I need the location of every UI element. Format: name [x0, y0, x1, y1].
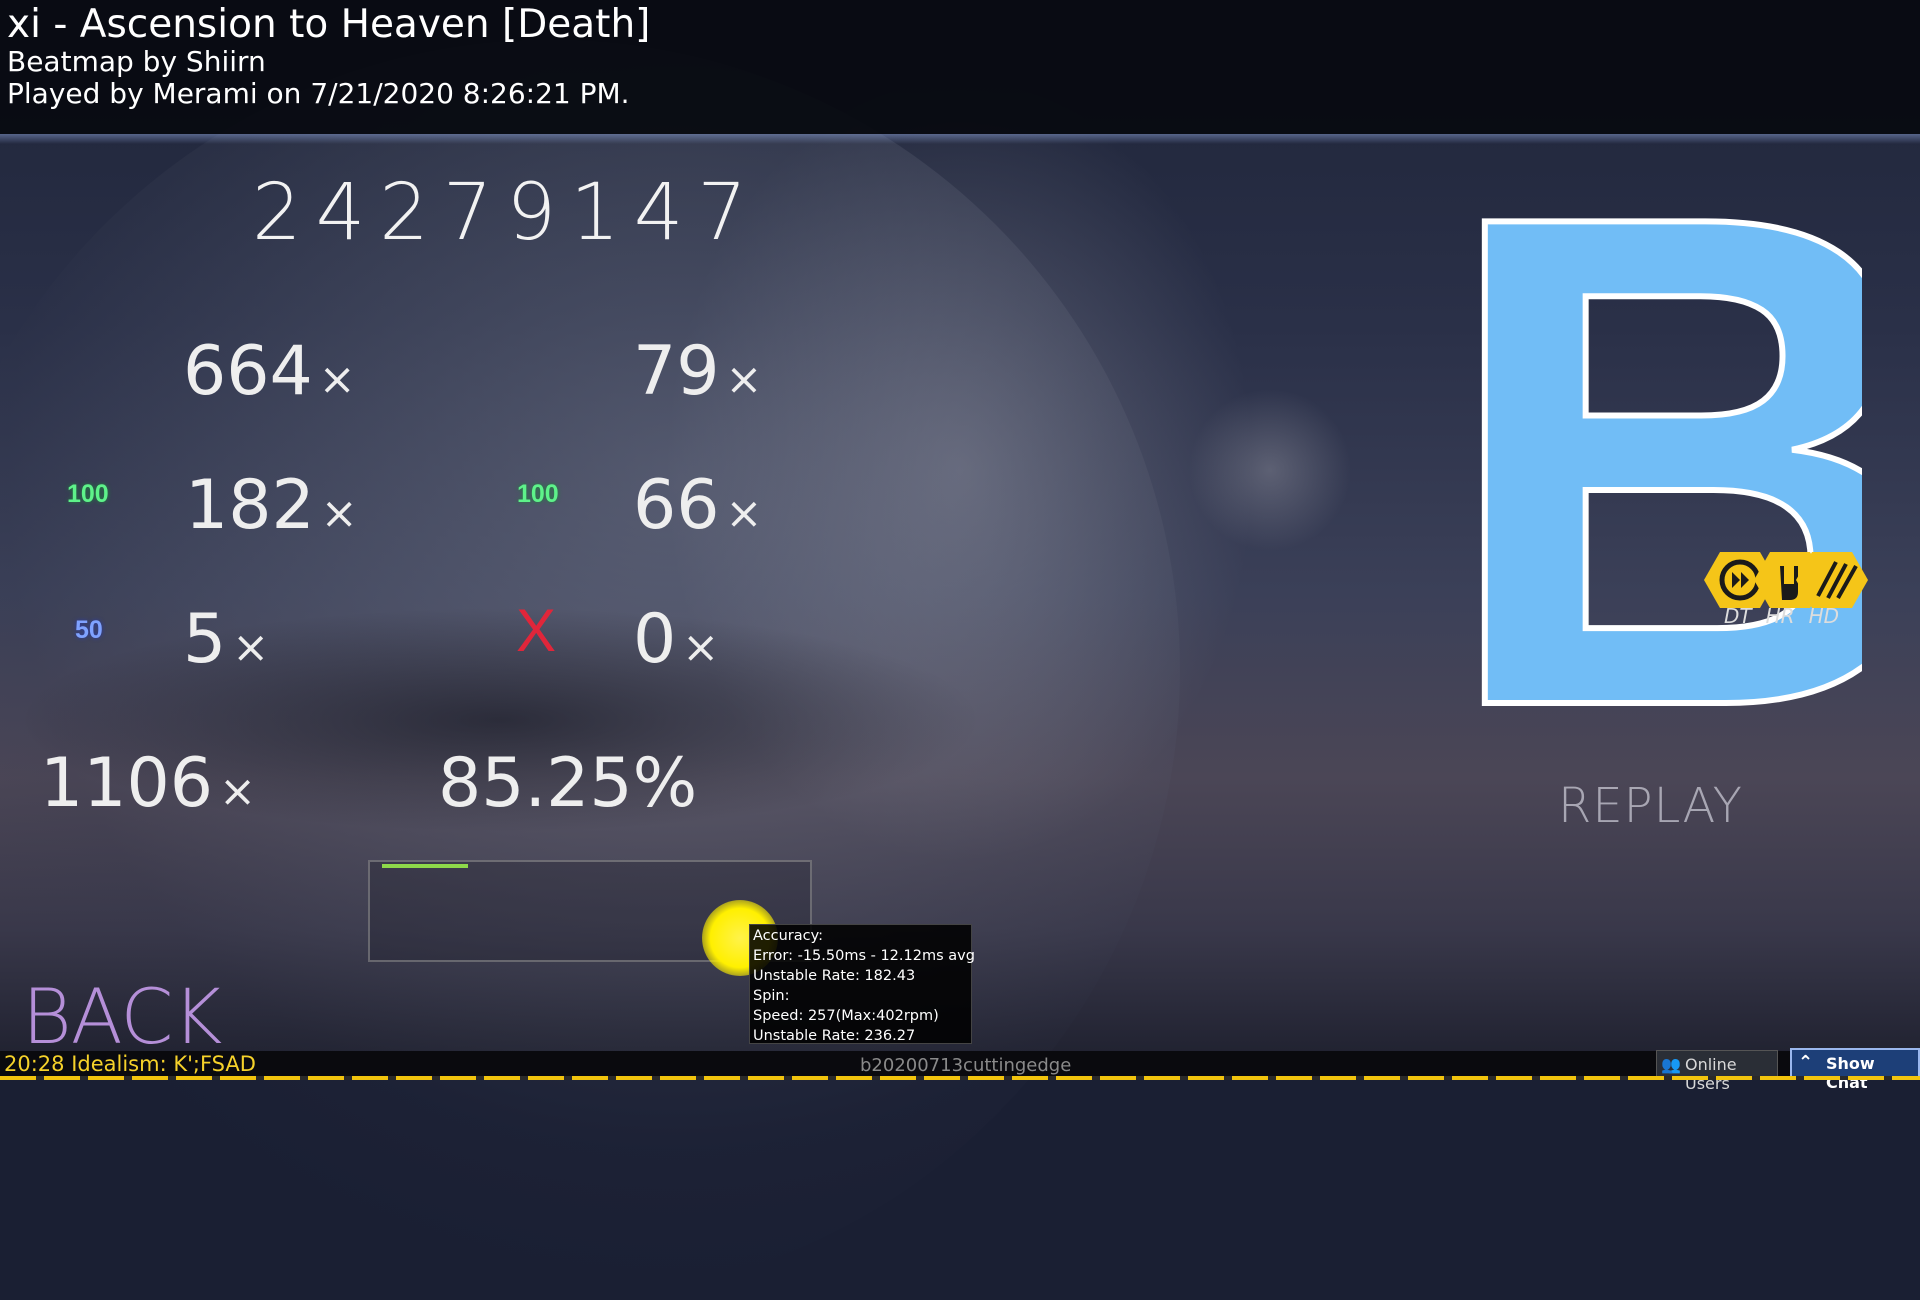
times-sign: ×: [725, 354, 763, 405]
accuracy-tooltip: Accuracy: Error: -15.50ms - 12.12ms avg …: [749, 924, 975, 1044]
hit-100-icon: 100: [67, 480, 109, 508]
bottom-stripe: [0, 1076, 1920, 1080]
tooltip-line: Speed: 257(Max:402rpm): [753, 1008, 939, 1024]
total-score: 24279147: [252, 168, 762, 258]
tooltip-line: Accuracy:: [753, 928, 824, 944]
graph-hp-line: [382, 864, 468, 868]
back-button[interactable]: BACK: [22, 972, 222, 1061]
count-300: 664 ×: [183, 332, 356, 411]
build-version: b20200713cuttingedge: [860, 1055, 1072, 1076]
tooltip-line: Unstable Rate: 182.43: [753, 968, 916, 984]
miss-icon: X: [516, 597, 557, 664]
header-divider: [0, 134, 1920, 144]
mod-label: DT: [1724, 604, 1752, 628]
times-sign: ×: [682, 622, 720, 673]
tooltip-line: Spin:: [753, 988, 790, 1004]
max-combo-value: 1106: [40, 744, 214, 823]
online-users-button[interactable]: 👥 Online Users: [1656, 1050, 1778, 1093]
tooltip-line: Unstable Rate: 236.27: [753, 1028, 916, 1044]
max-combo: 1106 ×: [40, 744, 256, 823]
count-300-value: 664: [183, 332, 313, 411]
replay-button[interactable]: REPLAY: [1558, 778, 1743, 834]
count-50-value: 5: [183, 600, 227, 679]
rank-letter: B: [1462, 188, 1862, 708]
times-sign: ×: [219, 766, 256, 817]
beatmap-author: Beatmap by Shiirn: [7, 45, 266, 78]
count-katu: 66 ×: [633, 466, 762, 545]
hit-katu-icon: 100: [517, 480, 559, 508]
count-geki: 79 ×: [633, 332, 762, 411]
times-sign: ×: [318, 354, 356, 405]
rank-grade: B: [1462, 188, 1862, 708]
count-50: 5 ×: [183, 600, 269, 679]
now-playing-text: 20:28 Idealism: K';FSAD: [4, 1052, 256, 1076]
show-chat-button[interactable]: ⌃ Show Chat: [1790, 1048, 1920, 1092]
times-sign: ×: [725, 488, 763, 539]
count-katu-value: 66: [633, 466, 720, 545]
accuracy: 85.25%: [438, 744, 698, 823]
chevron-up-icon: ⌃: [1798, 1052, 1814, 1073]
count-miss: 0 ×: [633, 600, 719, 679]
times-sign: ×: [232, 622, 270, 673]
tooltip-line: Error: -15.50ms - 12.12ms avg: [753, 948, 975, 964]
count-100-value: 182: [185, 466, 315, 545]
header-bar: xi - Ascension to Heaven [Death] Beatmap…: [0, 0, 1920, 134]
hit-50-icon: 50: [75, 616, 103, 644]
mods-labels: DT HR HD: [1724, 604, 1853, 628]
played-by-info: Played by Merami on 7/21/2020 8:26:21 PM…: [7, 77, 630, 110]
count-100: 182 ×: [185, 466, 358, 545]
show-chat-label: Show Chat: [1826, 1054, 1875, 1092]
online-users-label: Online Users: [1685, 1055, 1737, 1093]
song-title: xi - Ascension to Heaven [Death]: [7, 2, 651, 47]
times-sign: ×: [320, 488, 358, 539]
mod-label: HD: [1808, 604, 1840, 628]
count-miss-value: 0: [633, 600, 677, 679]
users-icon: 👥: [1661, 1055, 1681, 1074]
mod-label: HR: [1765, 604, 1795, 628]
count-geki-value: 79: [633, 332, 720, 411]
